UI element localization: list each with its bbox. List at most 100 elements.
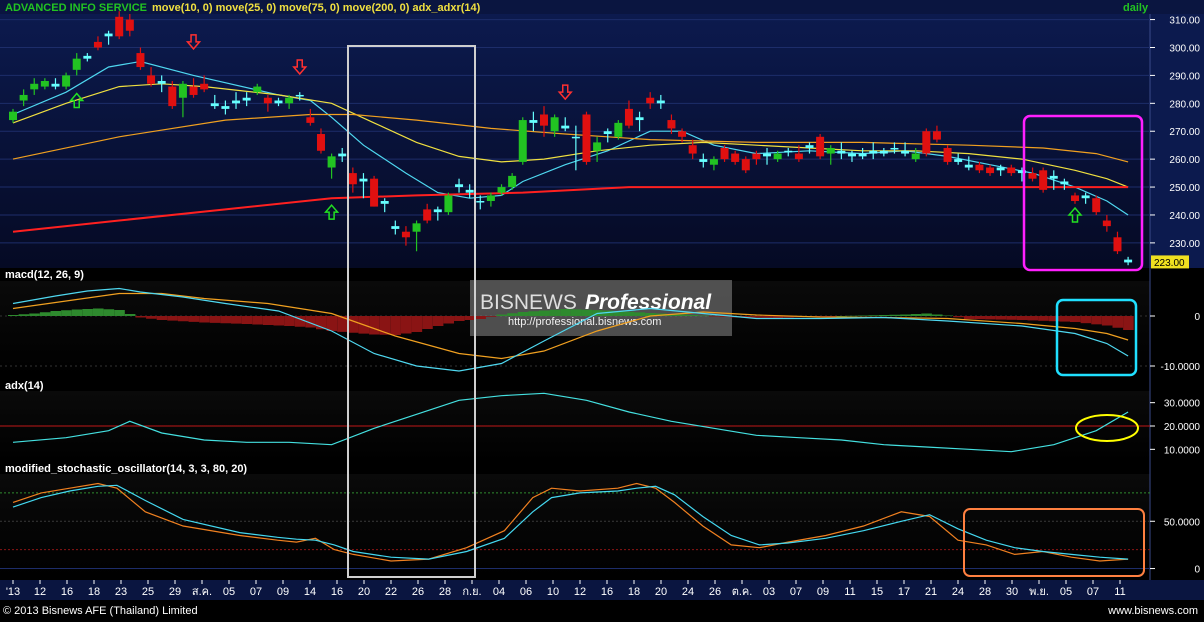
price-tick-label: 290.00 — [1169, 71, 1200, 82]
macd-histogram-bar — [868, 315, 879, 316]
price-tick-label: 240.00 — [1169, 211, 1200, 222]
x-tick-label: 20 — [358, 586, 370, 598]
candle-body — [168, 86, 177, 107]
macd-histogram-bar — [634, 312, 646, 316]
x-tick-label: 03 — [763, 586, 775, 598]
candle-body — [1102, 220, 1111, 227]
macd-histogram-bar — [326, 316, 338, 331]
macd-histogram-bar — [369, 316, 380, 335]
candle-body — [136, 53, 145, 68]
candle-body — [40, 80, 49, 87]
candle-body — [189, 86, 198, 95]
candle-body — [1071, 195, 1079, 202]
candle-body — [508, 175, 517, 188]
macd-histogram-bar — [698, 315, 709, 317]
macd-histogram-bar — [422, 316, 433, 329]
x-tick-label: 06 — [520, 586, 532, 598]
candle — [922, 128, 931, 157]
x-tick-label: 07 — [1087, 586, 1099, 598]
candle-body — [911, 153, 920, 160]
candle-body — [380, 201, 389, 204]
candle-body — [1060, 181, 1069, 185]
price-tick-label: 270.00 — [1169, 127, 1200, 138]
x-tick-label: 11 — [844, 586, 855, 598]
macd-histogram-bar — [199, 316, 210, 323]
candle-body — [784, 150, 793, 153]
candle-body — [699, 159, 708, 162]
candle-body — [550, 117, 559, 132]
price-tick-label: 230.00 — [1169, 239, 1200, 250]
macd-histogram-bar — [1080, 316, 1092, 324]
macd-histogram-bar — [570, 309, 582, 316]
candle-body — [720, 147, 729, 160]
x-tick-label: 10 — [547, 586, 559, 598]
macd-title: macd(12, 26, 9) — [5, 269, 84, 281]
x-tick-label: 12 — [34, 586, 46, 598]
candle-body — [624, 108, 633, 126]
macd-histogram-bar — [18, 314, 30, 316]
candle-body — [571, 136, 580, 139]
x-tick-label: 28 — [439, 586, 451, 598]
candle — [1092, 195, 1101, 215]
candle-body — [221, 106, 230, 109]
stoch-panel-bg — [0, 474, 1150, 578]
macd-histogram-bar — [1112, 316, 1124, 328]
stoch-title: modified_stochastic_oscillator(14, 3, 3,… — [5, 463, 247, 475]
candle-body — [316, 134, 325, 151]
candle-body — [635, 117, 644, 121]
candle-body — [518, 120, 527, 162]
candle-body — [858, 153, 867, 157]
macd-histogram-bar — [900, 314, 911, 316]
macd-histogram-bar — [146, 316, 157, 319]
macd-histogram-bar — [1123, 316, 1134, 330]
macd-histogram-bar — [974, 316, 986, 320]
candle-body — [731, 153, 740, 162]
macd-tick-label: -10.0000 — [1161, 362, 1201, 373]
candle-body — [1124, 259, 1133, 263]
candle-body — [327, 156, 336, 168]
candle-body — [869, 150, 878, 154]
x-tick-label: 24 — [682, 586, 694, 598]
macd-histogram-bar — [347, 316, 359, 333]
x-tick-label: 25 — [142, 586, 154, 598]
x-tick-label: 18 — [88, 586, 100, 598]
candle — [816, 134, 825, 160]
macd-histogram-bar — [931, 314, 943, 316]
candle-body — [1028, 173, 1037, 179]
macd-histogram-bar — [50, 311, 62, 316]
candle-body — [1092, 198, 1101, 213]
macd-histogram-bar — [517, 312, 529, 316]
x-tick-label: 17 — [898, 586, 910, 598]
candle — [444, 192, 453, 215]
x-tick-label: 28 — [979, 586, 991, 598]
candle — [370, 175, 379, 207]
header-symbol: ADVANCED INFO SERVICE — [5, 2, 147, 14]
candle-body — [986, 167, 995, 174]
macd-histogram-bar — [1038, 316, 1049, 321]
candle-body — [72, 58, 81, 70]
x-tick-label: พ.ย. — [1029, 586, 1049, 598]
macd-histogram-bar — [103, 309, 115, 316]
candle-body — [306, 117, 315, 123]
macd-histogram-bar — [475, 316, 486, 319]
candle-body — [62, 75, 71, 87]
macd-histogram-bar — [496, 314, 508, 316]
candle-body — [1113, 237, 1122, 252]
candle-body — [455, 184, 464, 188]
candle-body — [794, 153, 803, 160]
price-tick-label: 250.00 — [1169, 183, 1200, 194]
candle-body — [497, 187, 506, 193]
macd-histogram-bar — [82, 309, 93, 316]
macd-histogram-bar — [878, 315, 890, 316]
macd-histogram-bar — [71, 309, 83, 316]
stoch-tick-label: 50.0000 — [1164, 517, 1201, 528]
price-tick-label: 310.00 — [1169, 16, 1200, 27]
x-tick-label: 11 — [1114, 586, 1125, 598]
candle-body — [423, 209, 432, 221]
candle-body — [529, 120, 538, 123]
x-tick-label: 30 — [1006, 586, 1018, 598]
macd-histogram-bar — [889, 314, 901, 316]
candle-body — [391, 226, 400, 229]
macd-histogram-bar — [836, 316, 847, 317]
macd-histogram-bar — [177, 316, 189, 322]
